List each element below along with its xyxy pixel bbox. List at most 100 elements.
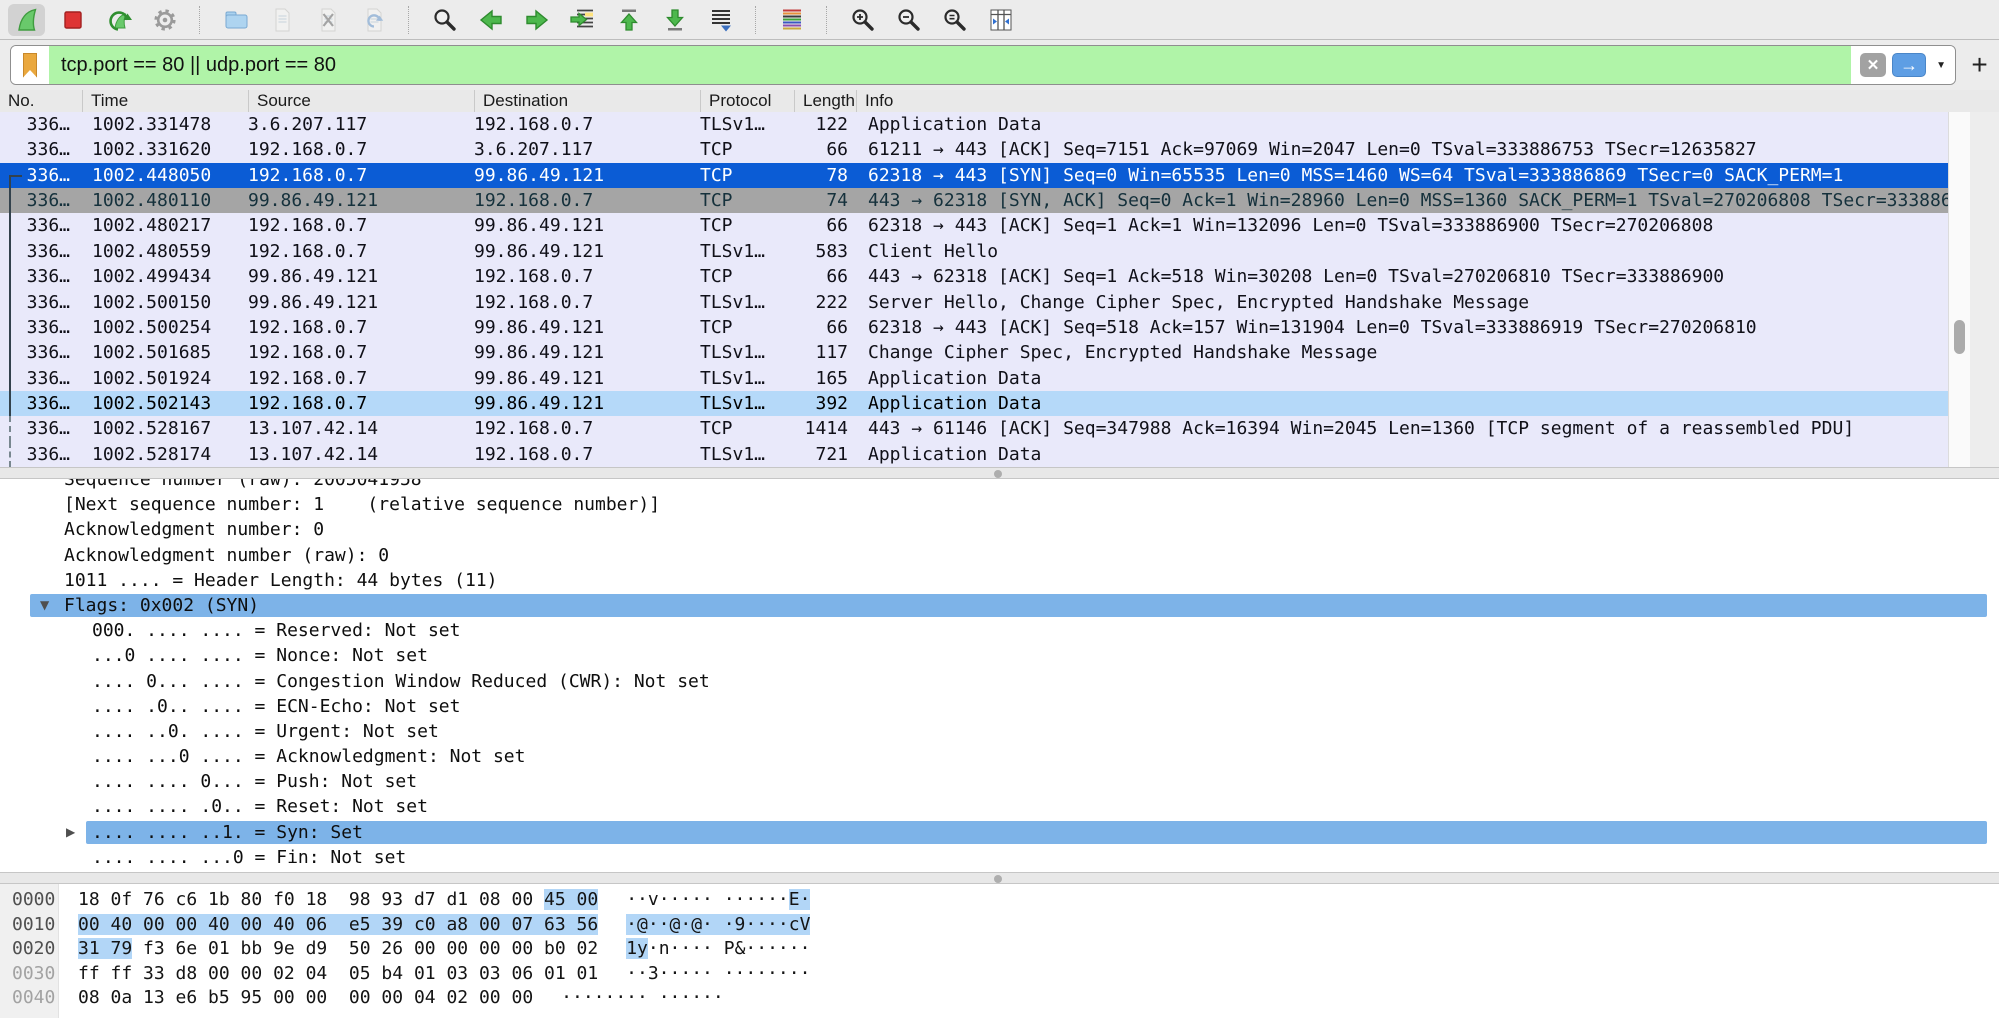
packet-row[interactable]: 336…1002.501685192.168.0.799.86.49.121TL… bbox=[0, 340, 1948, 365]
detail-text: Sequence number (raw): 2005041958 bbox=[0, 479, 1999, 492]
last-packet-button[interactable] bbox=[656, 4, 693, 36]
stop-square-icon bbox=[59, 6, 87, 34]
filter-clear-button[interactable]: ✕ bbox=[1860, 53, 1886, 77]
zoom-original-button[interactable] bbox=[936, 4, 973, 36]
cell-info: Application Data bbox=[856, 366, 1948, 391]
detail-line[interactable]: ...0 .... .... = Nonce: Not set bbox=[0, 643, 1999, 668]
cell-source: 99.86.49.121 bbox=[248, 290, 474, 315]
zoom-out-button[interactable] bbox=[890, 4, 927, 36]
column-header-source[interactable]: Source bbox=[248, 90, 474, 112]
hex-offset: 0020 bbox=[0, 937, 64, 962]
resize-columns-button[interactable] bbox=[982, 4, 1019, 36]
toolbar-separator bbox=[199, 6, 201, 34]
hex-row[interactable]: 004008 0a 13 e6 b5 95 00 00 00 00 04 02 … bbox=[0, 986, 1999, 1011]
packet-row[interactable]: 336…1002.480559192.168.0.799.86.49.121TL… bbox=[0, 239, 1948, 264]
toolbar-separator bbox=[755, 6, 757, 34]
cell-info: 62318 → 443 [ACK] Seq=1 Ack=1 Win=132096… bbox=[856, 213, 1948, 238]
close-file-button bbox=[309, 4, 346, 36]
next-packet-button[interactable] bbox=[518, 4, 555, 36]
hex-offset: 0010 bbox=[0, 913, 64, 938]
first-packet-button[interactable] bbox=[610, 4, 647, 36]
detail-line[interactable]: .... .... ...0 = Fin: Not set bbox=[0, 845, 1999, 870]
packet-row[interactable]: 336…1002.3314783.6.207.117192.168.0.7TLS… bbox=[0, 112, 1948, 137]
stop-capture-button[interactable] bbox=[54, 4, 91, 36]
cell-destination: 99.86.49.121 bbox=[474, 391, 700, 416]
detail-line[interactable]: 1011 .... = Header Length: 44 bytes (11) bbox=[0, 568, 1999, 593]
packet-row[interactable]: 336…1002.448050192.168.0.799.86.49.121TC… bbox=[0, 163, 1948, 188]
detail-line[interactable]: Acknowledgment number: 0 bbox=[0, 517, 1999, 542]
packet-details-pane: Sequence number (raw): 2005041958[Next s… bbox=[0, 479, 1999, 872]
capture-options-button[interactable] bbox=[146, 4, 183, 36]
display-filter-input[interactable]: tcp.port == 80 || udp.port == 80 bbox=[49, 46, 1851, 84]
start-capture-button[interactable] bbox=[8, 4, 45, 36]
pane-splitter-bottom[interactable] bbox=[0, 872, 1999, 884]
detail-line[interactable]: ▼Flags: 0x002 (SYN) bbox=[0, 593, 1999, 618]
detail-line[interactable]: Acknowledgment number (raw): 0 bbox=[0, 543, 1999, 568]
zoom-in-button[interactable] bbox=[844, 4, 881, 36]
column-header-length[interactable]: Length bbox=[794, 90, 856, 112]
cell-no: 336… bbox=[0, 391, 82, 416]
detail-line[interactable]: .... ..0. .... = Urgent: Not set bbox=[0, 719, 1999, 744]
arrow-into-list-icon bbox=[569, 6, 597, 34]
packet-list-scrollbar-track bbox=[1948, 112, 1971, 467]
document-close-icon bbox=[314, 6, 342, 34]
hex-row[interactable]: 002031 79 f3 6e 01 bb 9e d9 50 26 00 00 … bbox=[0, 937, 1999, 962]
display-filter-field[interactable]: tcp.port == 80 || udp.port == 80 ✕ → ▼ bbox=[10, 45, 1956, 85]
packet-row[interactable]: 336…1002.480217192.168.0.799.86.49.121TC… bbox=[0, 213, 1948, 238]
cell-destination: 192.168.0.7 bbox=[474, 188, 700, 213]
hex-row[interactable]: 000018 0f 76 c6 1b 80 f0 18 98 93 d7 d1 … bbox=[0, 888, 1999, 913]
filter-dropdown-caret-icon[interactable]: ▼ bbox=[1936, 60, 1946, 71]
detail-line[interactable]: .... .... 0... = Push: Not set bbox=[0, 769, 1999, 794]
restart-capture-button[interactable] bbox=[100, 4, 137, 36]
detail-line[interactable]: ▶.... .... ..1. = Syn: Set bbox=[0, 820, 1999, 845]
detail-line[interactable]: 000. .... .... = Reserved: Not set bbox=[0, 618, 1999, 643]
packet-row[interactable]: 336…1002.500254192.168.0.799.86.49.121TC… bbox=[0, 315, 1948, 340]
conversation-marker-icon bbox=[9, 442, 11, 467]
filter-apply-button[interactable]: → bbox=[1892, 53, 1926, 77]
packet-row[interactable]: 336…1002.501924192.168.0.799.86.49.121TL… bbox=[0, 366, 1948, 391]
cell-info: 62318 → 443 [SYN] Seq=0 Win=65535 Len=0 … bbox=[856, 163, 1948, 188]
column-header-info[interactable]: Info bbox=[856, 90, 1999, 112]
packet-list-scrollbar-thumb[interactable] bbox=[1954, 320, 1965, 354]
packet-row[interactable]: 336…1002.49943499.86.49.121192.168.0.7TC… bbox=[0, 264, 1948, 289]
packet-row[interactable]: 336…1002.52817413.107.42.14192.168.0.7TL… bbox=[0, 442, 1948, 467]
column-header-destination[interactable]: Destination bbox=[474, 90, 700, 112]
detail-text: [Next sequence number: 1 (relative seque… bbox=[0, 492, 1999, 517]
open-file-button[interactable] bbox=[217, 4, 254, 36]
find-packet-button[interactable] bbox=[426, 4, 463, 36]
column-header-protocol[interactable]: Protocol bbox=[700, 90, 794, 112]
packet-row[interactable]: 336…1002.48011099.86.49.121192.168.0.7TC… bbox=[0, 188, 1948, 213]
cell-info: 443 → 61146 [ACK] Seq=347988 Ack=16394 W… bbox=[856, 416, 1948, 441]
column-header-no[interactable]: No. bbox=[0, 90, 82, 112]
packet-row[interactable]: 336…1002.52816713.107.42.14192.168.0.7TC… bbox=[0, 416, 1948, 441]
collapse-triangle-icon[interactable]: ▼ bbox=[40, 593, 49, 618]
packet-row[interactable]: 336…1002.331620192.168.0.73.6.207.117TCP… bbox=[0, 137, 1948, 162]
detail-line[interactable]: .... 0... .... = Congestion Window Reduc… bbox=[0, 669, 1999, 694]
filter-bookmark-button[interactable] bbox=[11, 46, 49, 84]
detail-line[interactable]: Sequence number (raw): 2005041958 bbox=[0, 479, 1999, 492]
detail-line[interactable]: .... .... .0.. = Reset: Not set bbox=[0, 794, 1999, 819]
filter-add-button[interactable]: + bbox=[1970, 52, 1989, 78]
detail-line[interactable]: [Next sequence number: 1 (relative seque… bbox=[0, 492, 1999, 517]
pane-splitter-top[interactable] bbox=[0, 467, 1999, 479]
go-to-packet-button[interactable] bbox=[564, 4, 601, 36]
column-header-time[interactable]: Time bbox=[82, 90, 248, 112]
cell-info: Application Data bbox=[856, 442, 1948, 467]
hex-row[interactable]: 0030ff ff 33 d8 00 00 02 04 05 b4 01 03 … bbox=[0, 962, 1999, 987]
hex-bytes: 00 40 00 00 40 00 40 06 e5 39 c0 a8 00 0… bbox=[78, 914, 598, 935]
detail-line[interactable]: .... ...0 .... = Acknowledgment: Not set bbox=[0, 744, 1999, 769]
magnifier-icon bbox=[431, 6, 459, 34]
cell-source: 99.86.49.121 bbox=[248, 264, 474, 289]
cell-length: 583 bbox=[794, 239, 856, 264]
conversation-marker-icon bbox=[9, 391, 11, 416]
expand-triangle-icon[interactable]: ▶ bbox=[66, 820, 75, 845]
cell-source: 13.107.42.14 bbox=[248, 442, 474, 467]
previous-packet-button[interactable] bbox=[472, 4, 509, 36]
detail-line[interactable]: .... .0.. .... = ECN-Echo: Not set bbox=[0, 694, 1999, 719]
auto-scroll-button[interactable] bbox=[702, 4, 739, 36]
packet-list-header: No.TimeSourceDestinationProtocolLengthIn… bbox=[0, 90, 1999, 113]
colorize-button[interactable] bbox=[773, 4, 810, 36]
packet-row[interactable]: 336…1002.50015099.86.49.121192.168.0.7TL… bbox=[0, 290, 1948, 315]
hex-row[interactable]: 0010 00 40 00 00 40 00 40 06 e5 39 c0 a8 … bbox=[0, 913, 1999, 938]
packet-row[interactable]: 336…1002.502143192.168.0.799.86.49.121TL… bbox=[0, 391, 1948, 416]
